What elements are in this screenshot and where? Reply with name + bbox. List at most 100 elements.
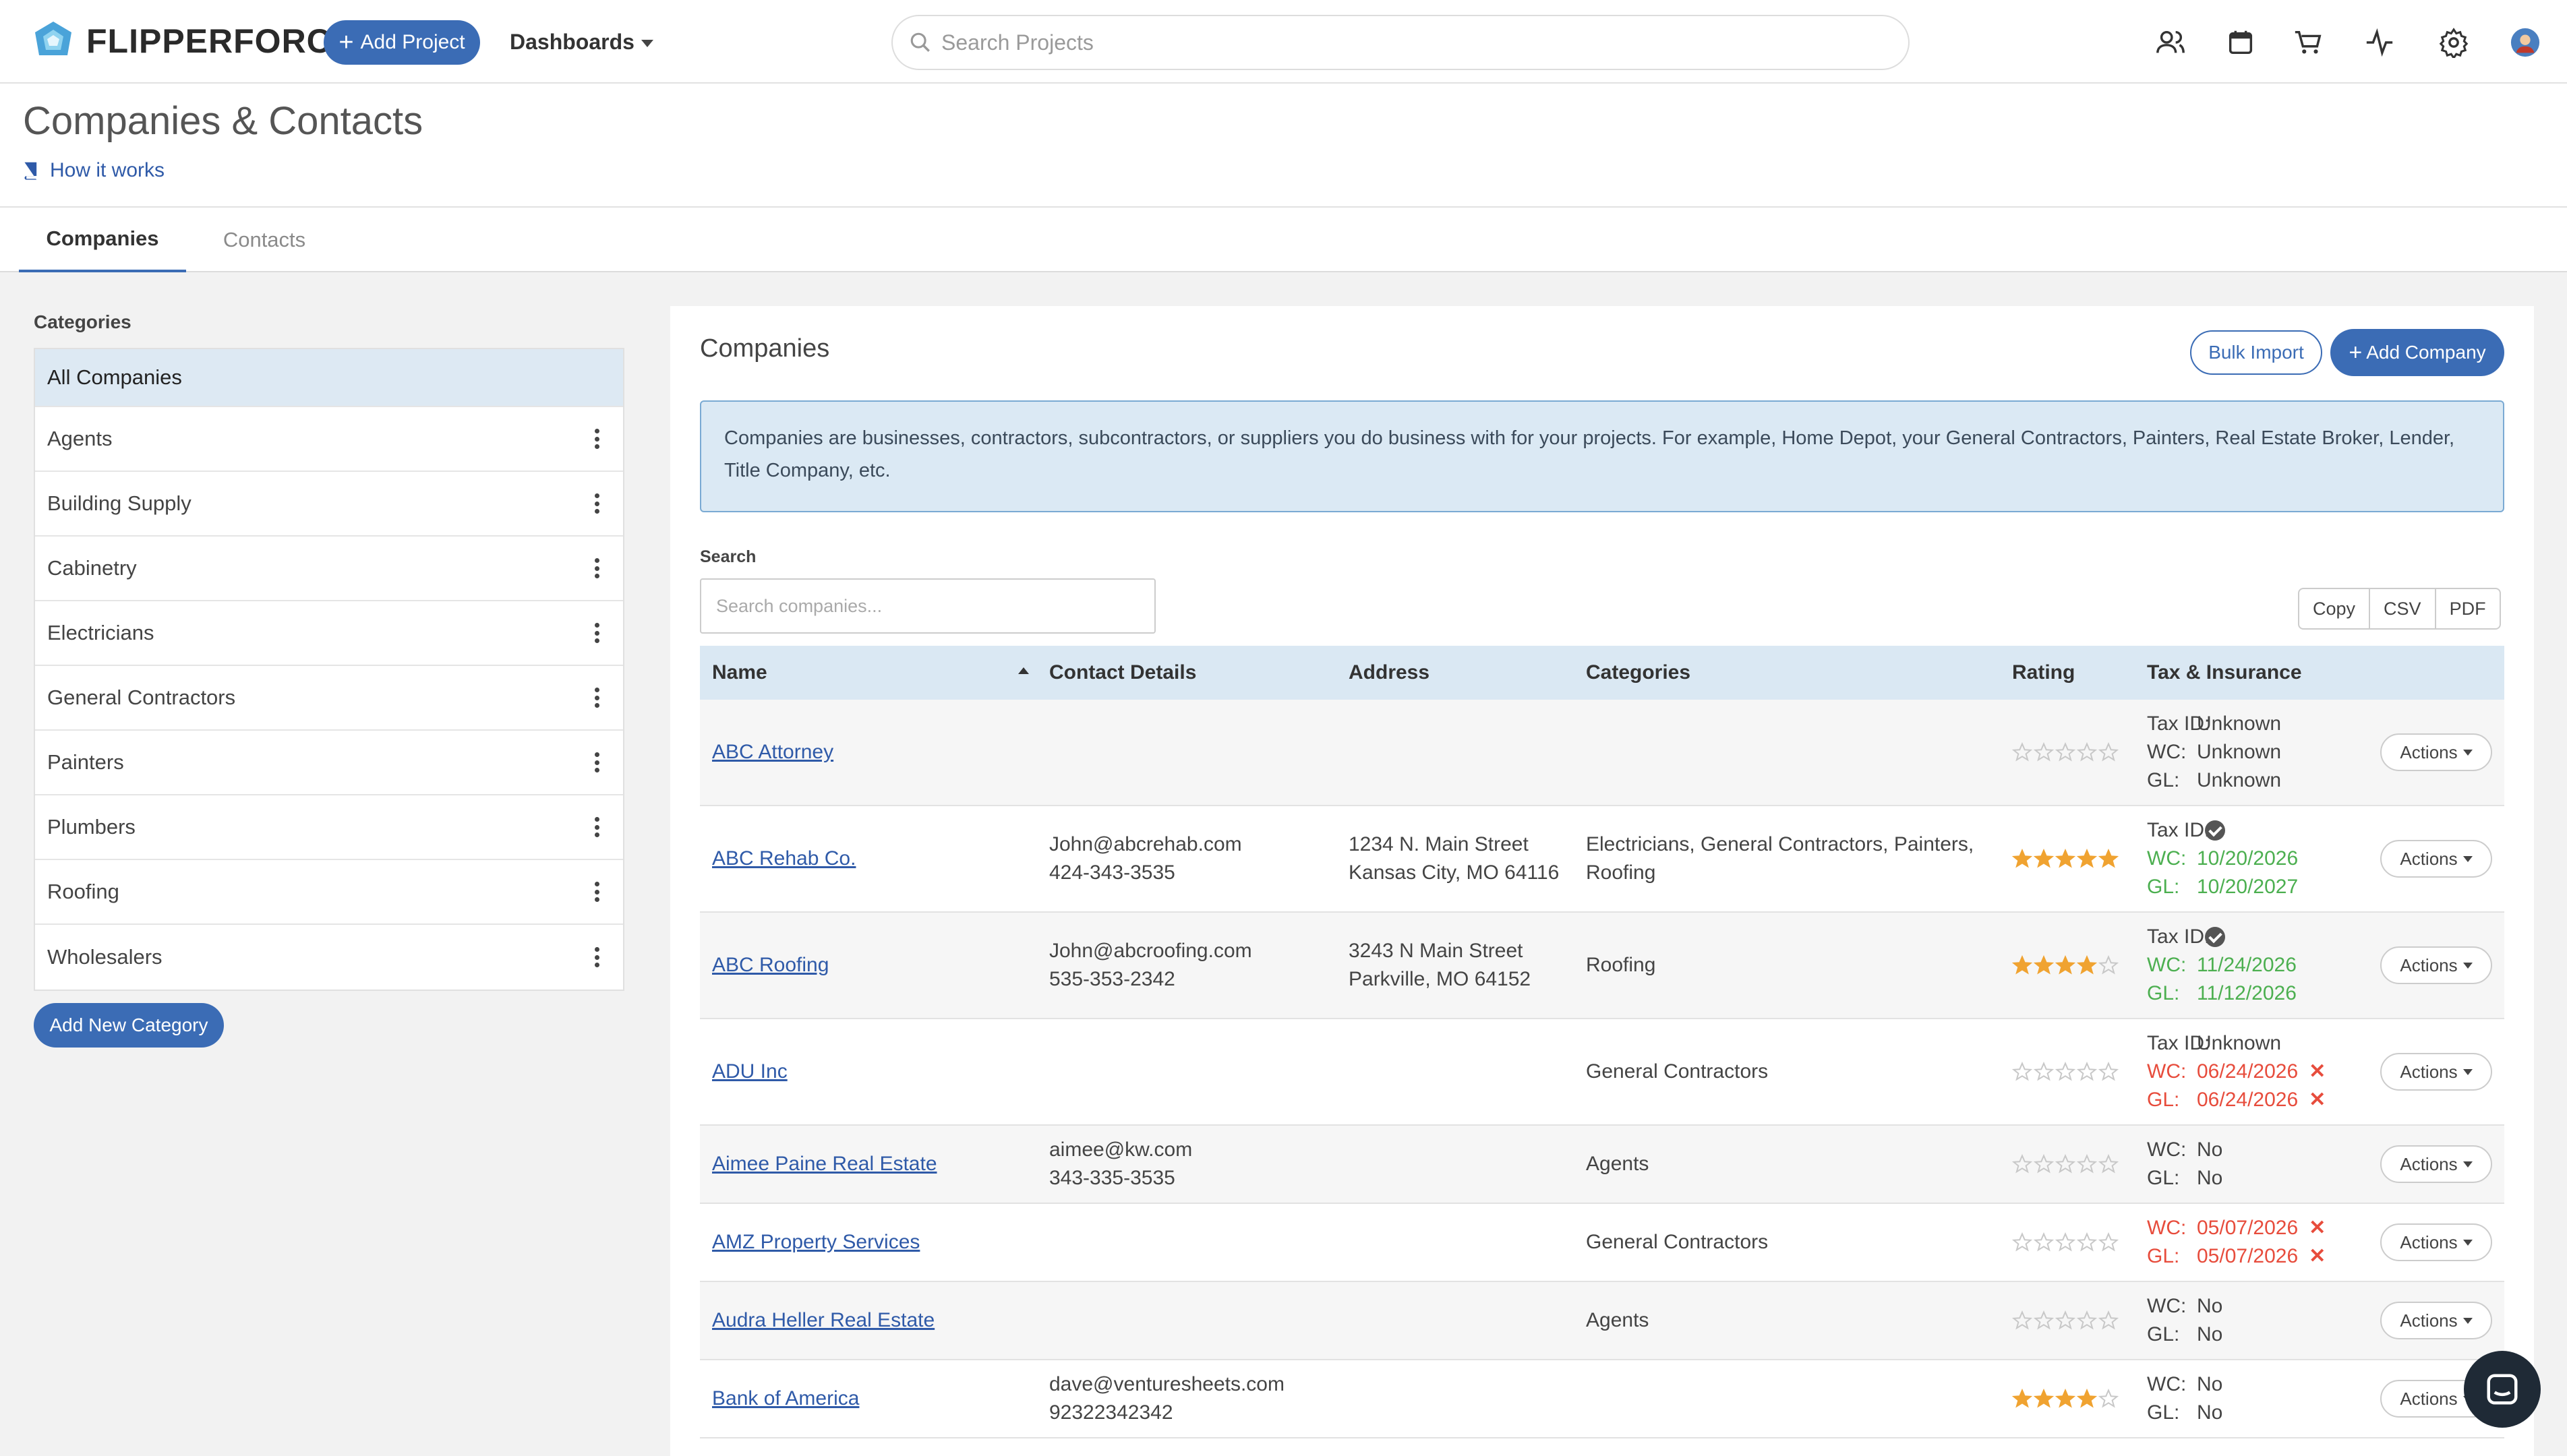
company-link[interactable]: Aimee Paine Real Estate	[712, 1150, 937, 1178]
categories-text: Agents	[1586, 1153, 1649, 1175]
column-rating[interactable]: Rating	[2012, 646, 2075, 700]
category-item-roofing[interactable]: Roofing	[35, 860, 623, 925]
more-vertical-icon[interactable]	[595, 752, 600, 772]
company-link[interactable]: ABC Roofing	[712, 951, 829, 979]
category-item-cabinetry[interactable]: Cabinetry	[35, 537, 623, 601]
star-rating[interactable]	[2012, 849, 2120, 869]
column-tax[interactable]: Tax & Insurance	[2147, 646, 2302, 700]
star-icon	[2012, 1310, 2032, 1330]
more-vertical-icon[interactable]	[595, 882, 600, 902]
star-rating[interactable]	[2012, 1154, 2120, 1174]
star-icon	[2034, 742, 2054, 762]
category-item-general-contractors[interactable]: General Contractors	[35, 666, 623, 731]
more-vertical-icon[interactable]	[595, 429, 600, 449]
column-contact[interactable]: Contact Details	[1049, 646, 1196, 700]
tax-key: WC:	[2147, 741, 2187, 763]
chat-launcher-button[interactable]	[2464, 1351, 2541, 1428]
actions-button[interactable]: Actions	[2380, 1053, 2492, 1091]
add-project-button[interactable]: + Add Project	[324, 20, 480, 65]
cart-icon[interactable]	[2293, 27, 2324, 58]
tax-line: WC: 11/24/2026	[2147, 951, 2297, 979]
actions-button[interactable]: Actions	[2380, 1145, 2492, 1183]
brand-logo[interactable]: FLIPPERFORCE	[32, 20, 355, 62]
more-vertical-icon[interactable]	[595, 688, 600, 708]
star-rating[interactable]	[2012, 955, 2120, 975]
tab-contacts[interactable]: Contacts	[202, 208, 326, 272]
star-rating[interactable]	[2012, 1310, 2120, 1331]
company-link[interactable]: ABC Attorney	[712, 738, 833, 766]
check-circle-icon	[2205, 820, 2225, 841]
tax-line: WC: No	[2147, 1292, 2222, 1321]
column-name[interactable]: Name	[712, 646, 767, 700]
star-icon	[2055, 849, 2075, 868]
rating-cell	[2012, 1282, 2120, 1359]
how-it-works-link[interactable]: How it works	[22, 159, 165, 182]
star-rating[interactable]	[2012, 1062, 2120, 1082]
more-vertical-icon[interactable]	[595, 493, 600, 514]
actions-button[interactable]: Actions	[2380, 946, 2492, 984]
tax-line: GL: No	[2147, 1164, 2222, 1192]
star-rating[interactable]	[2012, 1389, 2120, 1409]
tax-key: GL:	[2147, 1245, 2180, 1267]
rating-cell	[2012, 806, 2120, 911]
actions-button[interactable]: Actions	[2380, 1302, 2492, 1339]
more-vertical-icon[interactable]	[595, 623, 600, 643]
page-header: Companies & Contacts How it works	[0, 84, 2567, 208]
category-item-plumbers[interactable]: Plumbers	[35, 795, 623, 860]
more-vertical-icon[interactable]	[595, 817, 600, 837]
add-company-button[interactable]: + Add Company	[2330, 329, 2504, 376]
categories-cell: General Contractors	[1586, 1204, 2004, 1281]
column-address[interactable]: Address	[1349, 646, 1429, 700]
more-vertical-icon[interactable]	[595, 947, 600, 967]
actions-button[interactable]: Actions	[2380, 840, 2492, 878]
actions-button[interactable]: Actions	[2380, 733, 2492, 771]
close-icon: ✕	[2309, 1217, 2326, 1239]
tax-key: Tax ID:	[2147, 1032, 2210, 1054]
actions-button[interactable]: Actions	[2380, 1223, 2492, 1261]
calendar-icon[interactable]	[2225, 27, 2256, 58]
tax-line: GL: 11/12/2026	[2147, 979, 2297, 1008]
column-categories[interactable]: Categories	[1586, 646, 1690, 700]
tab-companies[interactable]: Companies	[19, 208, 186, 272]
star-rating[interactable]	[2012, 742, 2120, 762]
sort-asc-icon[interactable]	[1018, 667, 1029, 674]
address-cell: 1234 N. Main Street Kansas City, MO 64116	[1349, 806, 1559, 911]
copy-button[interactable]: Copy	[2299, 589, 2371, 628]
activity-icon[interactable]	[2364, 27, 2395, 58]
company-link[interactable]: Audra Heller Real Estate	[712, 1306, 935, 1335]
project-search[interactable]	[891, 15, 1910, 70]
category-item-wholesalers[interactable]: Wholesalers	[35, 925, 623, 990]
table-row: Aimee Paine Real Estate aimee@kw.com 343-3…	[700, 1126, 2504, 1204]
star-rating[interactable]	[2012, 1232, 2120, 1252]
category-item-painters[interactable]: Painters	[35, 731, 623, 795]
category-item-all[interactable]: All Companies	[35, 349, 623, 407]
tax-value: No	[2197, 1167, 2223, 1189]
category-label: All Companies	[47, 365, 182, 389]
category-item-agents[interactable]: Agents	[35, 407, 623, 472]
category-label: Plumbers	[47, 815, 136, 839]
tax-line: WC: No	[2147, 1370, 2222, 1399]
chevron-down-icon	[2462, 1161, 2473, 1167]
company-link[interactable]: ADU Inc	[712, 1058, 788, 1086]
company-link[interactable]: Bank of America	[712, 1385, 859, 1413]
star-icon	[2077, 955, 2097, 975]
bulk-import-button[interactable]: Bulk Import	[2190, 330, 2322, 375]
project-search-input[interactable]	[941, 30, 1885, 55]
add-company-label: Add Company	[2366, 342, 2486, 363]
avatar[interactable]	[2510, 27, 2541, 58]
dashboards-dropdown[interactable]: Dashboards	[510, 30, 653, 55]
gear-icon[interactable]	[2438, 27, 2469, 58]
categories-heading: Categories	[34, 311, 131, 332]
company-search-input[interactable]	[700, 578, 1156, 634]
contacts-icon[interactable]	[2155, 27, 2186, 58]
add-new-category-button[interactable]: Add New Category	[34, 1003, 224, 1048]
tax-key: WC:	[2147, 1373, 2187, 1395]
category-item-building-supply[interactable]: Building Supply	[35, 472, 623, 537]
categories-cell	[1586, 700, 2004, 805]
company-link[interactable]: ABC Rehab Co.	[712, 845, 856, 873]
csv-button[interactable]: CSV	[2370, 589, 2436, 628]
category-item-electricians[interactable]: Electricians	[35, 601, 623, 666]
pdf-button[interactable]: PDF	[2436, 589, 2500, 628]
more-vertical-icon[interactable]	[595, 558, 600, 578]
company-link[interactable]: AMZ Property Services	[712, 1228, 920, 1256]
